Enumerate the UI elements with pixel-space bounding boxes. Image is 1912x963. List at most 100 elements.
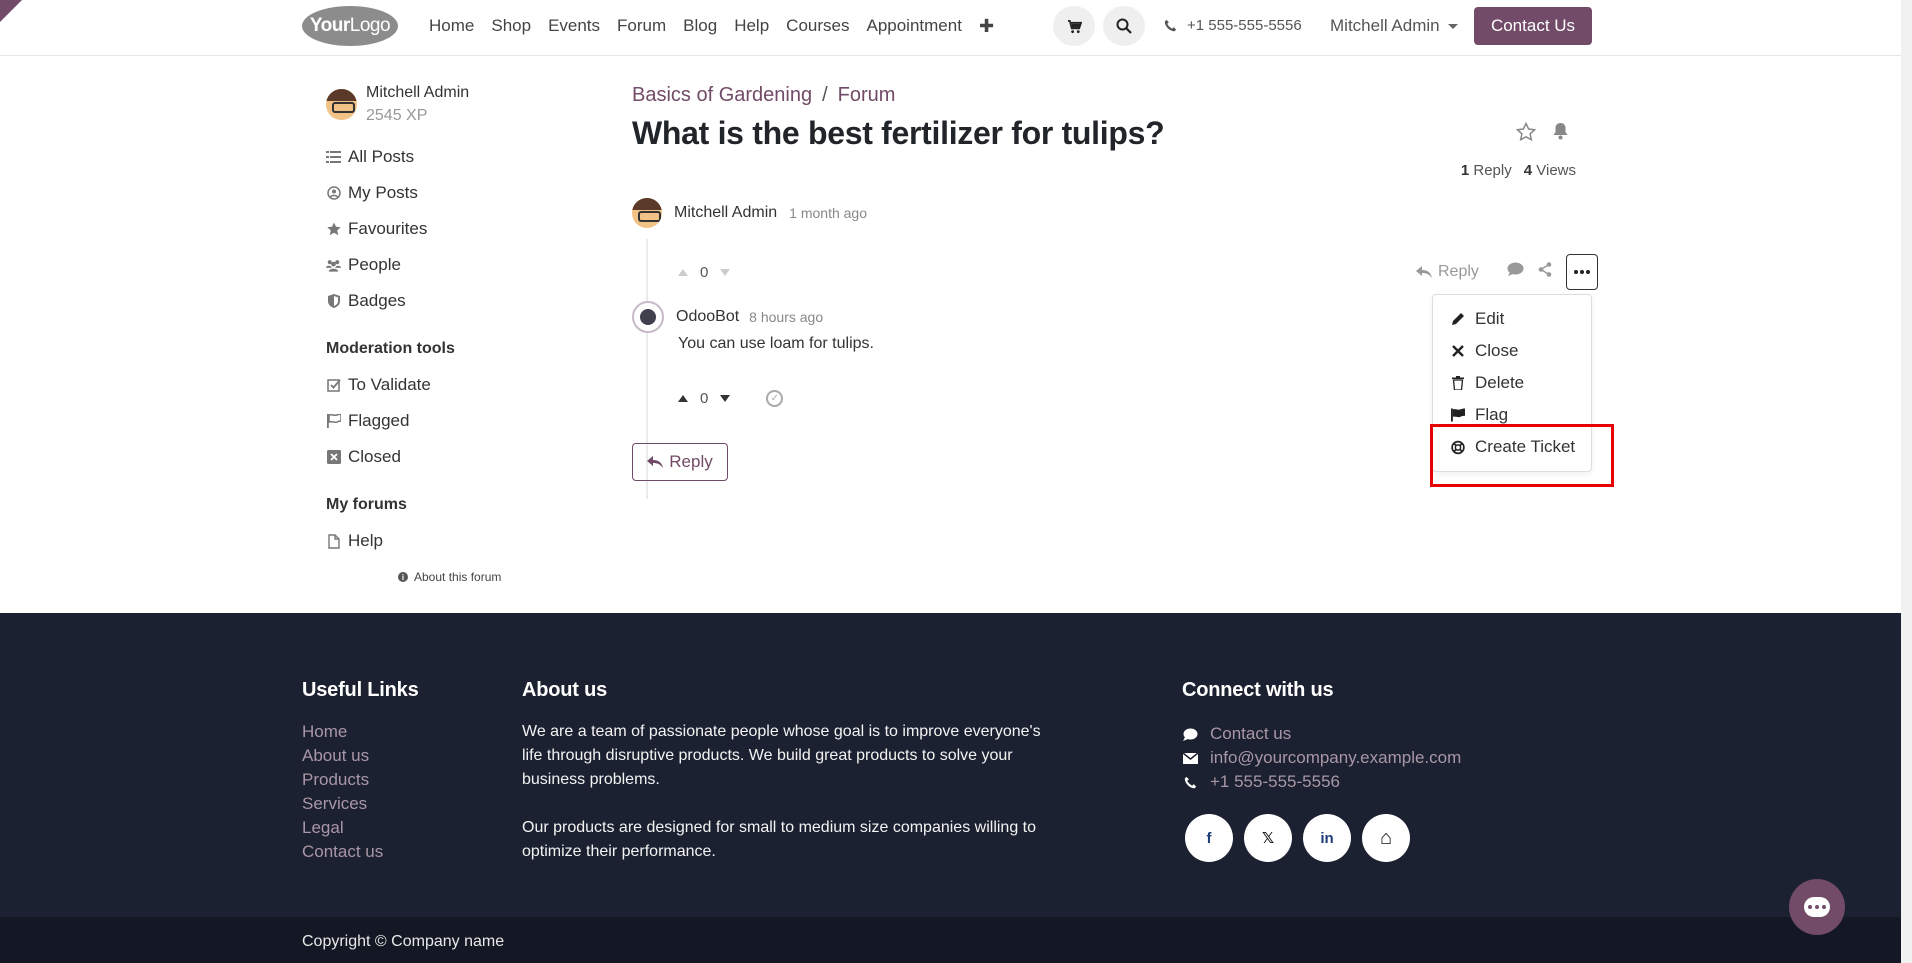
home-icon[interactable]: ⌂ [1362, 814, 1410, 862]
nav-forum[interactable]: Forum [617, 16, 666, 36]
nav-events[interactable]: Events [548, 16, 600, 36]
linkedin-icon[interactable]: in [1303, 814, 1351, 862]
sidebar-item-label: Flagged [348, 411, 410, 430]
footer-contact-us[interactable]: Contact us [1182, 722, 1461, 746]
logo[interactable]: Your Logo [302, 6, 398, 46]
social-links: f 𝕏 in ⌂ [1185, 814, 1461, 862]
x-icon[interactable]: 𝕏 [1244, 814, 1292, 862]
footer-link-services[interactable]: Services [302, 794, 419, 818]
sidebar-item-help-forum[interactable]: Help [326, 523, 556, 559]
about-forum-label: About this forum [414, 570, 502, 584]
reply-icon [1416, 265, 1432, 278]
footer: Useful Links Home About us Products Serv… [0, 613, 1901, 963]
moderation-title: Moderation tools [326, 340, 455, 357]
breadcrumb-forum[interactable]: Forum [838, 84, 896, 107]
dropdown-item-label: Close [1475, 341, 1519, 360]
header-phone[interactable]: +1 555-555-5556 [1164, 17, 1302, 34]
nav-courses[interactable]: Courses [786, 16, 849, 36]
share-icon[interactable] [1538, 262, 1552, 282]
reply-button[interactable]: Reply [632, 443, 728, 481]
search-button[interactable] [1103, 6, 1145, 46]
post-vote: 0 [678, 264, 731, 281]
user-profile[interactable]: Mitchell Admin 2545 XP [326, 84, 556, 125]
cart-button[interactable] [1053, 6, 1095, 46]
user-dropdown[interactable]: Mitchell Admin [1330, 16, 1458, 36]
post-title-actions [1515, 121, 1569, 147]
breadcrumb: Basics of Gardening / Forum [632, 84, 1592, 107]
footer-link-legal[interactable]: Legal [302, 818, 419, 842]
sidebar-item-label: Favourites [348, 219, 428, 238]
flag-icon [1451, 408, 1465, 422]
edit-corner[interactable] [0, 0, 22, 22]
sidebar-menu: All Posts My Posts Favourites People Bad… [326, 139, 556, 559]
footer-link-products[interactable]: Products [302, 770, 419, 794]
sidebar-item-label: Closed [348, 447, 401, 466]
comment-author[interactable]: OdooBot [676, 308, 739, 326]
footer-about: About us We are a team of passionate peo… [522, 679, 1042, 864]
copyright-text: Copyright © Company name [302, 933, 505, 950]
dropdown-item-label: Flag [1475, 405, 1509, 424]
post-content: Basics of Gardening / Forum What is the … [632, 84, 1614, 499]
comment-icon[interactable] [1507, 262, 1524, 282]
replies-count: 1 Reply [1460, 162, 1512, 179]
views-count: 4 Views [1523, 162, 1576, 179]
post-author: Mitchell Admin 1 month ago [632, 198, 867, 228]
footer-link-home[interactable]: Home [302, 722, 419, 746]
downvote-icon[interactable] [720, 395, 731, 402]
facebook-icon[interactable]: f [1185, 814, 1233, 862]
envelope-icon [1182, 752, 1198, 764]
downvote-icon[interactable] [720, 269, 731, 276]
sidebar-item-badges[interactable]: Badges [326, 283, 556, 319]
favourite-star-icon[interactable] [1515, 121, 1537, 147]
upvote-icon[interactable] [678, 395, 688, 402]
dropdown-item-label: Delete [1475, 373, 1525, 392]
sidebar-item-closed[interactable]: Closed [326, 439, 556, 475]
post-stats: 1 Reply 4 Views [1461, 162, 1576, 179]
footer-phone[interactable]: +1 555-555-5556 [1182, 770, 1461, 794]
phone-text: +1 555-555-5556 [1187, 17, 1302, 34]
nav-shop[interactable]: Shop [491, 16, 531, 36]
upvote-icon[interactable] [678, 269, 688, 276]
sidebar-item-label: My Posts [348, 183, 418, 202]
dropdown-item-delete[interactable]: Delete [1433, 367, 1591, 399]
bell-icon[interactable] [1552, 122, 1569, 147]
contact-label: info@yourcompany.example.com [1210, 748, 1462, 767]
dropdown-item-close[interactable]: Close [1433, 335, 1591, 367]
nav-appointment[interactable]: Appointment [866, 16, 961, 36]
avatar[interactable] [632, 198, 662, 228]
contact-us-button[interactable]: Contact Us [1474, 7, 1592, 45]
sidebar-item-to-validate[interactable]: To Validate [326, 367, 556, 403]
sidebar-item-people[interactable]: People [326, 247, 556, 283]
nav-help[interactable]: Help [734, 16, 769, 36]
star-icon [326, 222, 341, 237]
footer-link-about[interactable]: About us [302, 746, 419, 770]
comment-vote: 0 ✓ [678, 390, 784, 407]
reply-button-label: Reply [669, 452, 713, 471]
footer-email[interactable]: info@yourcompany.example.com [1182, 746, 1461, 770]
profile-name: Mitchell Admin [366, 84, 470, 101]
logo-text-light: Logo [349, 15, 391, 36]
nav-home[interactable]: Home [429, 16, 474, 36]
file-icon [326, 533, 341, 549]
sidebar-item-my-posts[interactable]: My Posts [326, 175, 556, 211]
about-forum-link[interactable]: i About this forum [398, 570, 556, 584]
plus-icon[interactable]: ✚ [979, 16, 994, 37]
sidebar-item-flagged[interactable]: Flagged [326, 403, 556, 439]
breadcrumb-course[interactable]: Basics of Gardening [632, 84, 812, 107]
more-options-button[interactable] [1565, 254, 1598, 290]
main-nav: Home Shop Events Forum Blog Help Courses… [429, 0, 1011, 52]
users-icon [326, 258, 341, 273]
reply-link[interactable]: Reply [1416, 263, 1479, 281]
odoobot-avatar[interactable] [632, 301, 664, 333]
nav-blog[interactable]: Blog [683, 16, 717, 36]
scrollbar[interactable] [1901, 0, 1912, 963]
live-chat-button[interactable] [1789, 879, 1845, 935]
author-name[interactable]: Mitchell Admin [674, 204, 777, 222]
footer-link-contact[interactable]: Contact us [302, 842, 419, 866]
sidebar-item-all-posts[interactable]: All Posts [326, 139, 556, 175]
info-icon: i [398, 572, 408, 582]
dropdown-item-edit[interactable]: Edit [1433, 303, 1591, 335]
footer-about-text-2: Our products are designed for small to m… [522, 819, 1037, 860]
accept-answer-icon[interactable]: ✓ [766, 390, 784, 407]
sidebar-item-favourites[interactable]: Favourites [326, 211, 556, 247]
